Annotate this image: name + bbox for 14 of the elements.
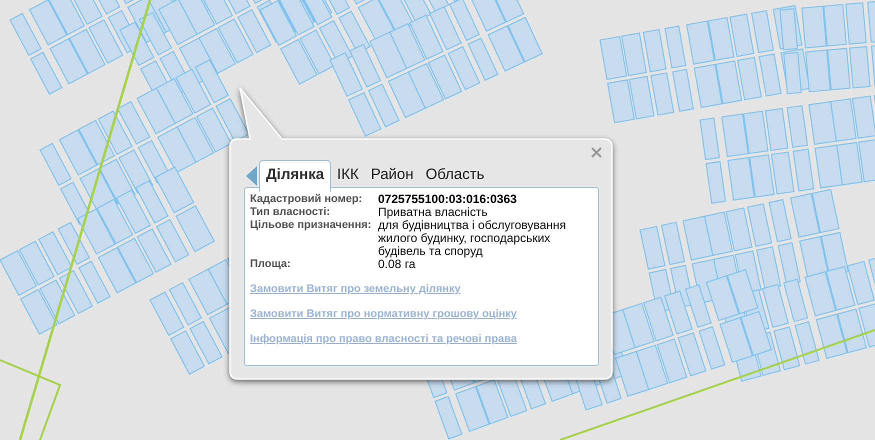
field-value: для будівництва і обслуговування жилого будинку, господарських будівель та споруд (378, 219, 568, 258)
field-label: Цільове призначення: (250, 219, 372, 233)
field-value: Приватна власність (378, 206, 489, 219)
field-label: Кадастровий номер: (250, 193, 364, 206)
field-value: 0.08 га (378, 258, 416, 271)
field-label: Площа: (250, 258, 292, 271)
tab[interactable]: Район (364, 160, 420, 190)
field-value: 0725755100:03:016:0363 (378, 193, 518, 206)
tab[interactable]: ІКК (331, 160, 365, 190)
tab[interactable]: Область (420, 160, 490, 190)
field-label: Тип власності: (250, 206, 332, 219)
back-arrow-icon[interactable] (246, 166, 257, 186)
close-icon[interactable] (591, 147, 602, 158)
tab[interactable]: Ділянка (259, 160, 332, 192)
